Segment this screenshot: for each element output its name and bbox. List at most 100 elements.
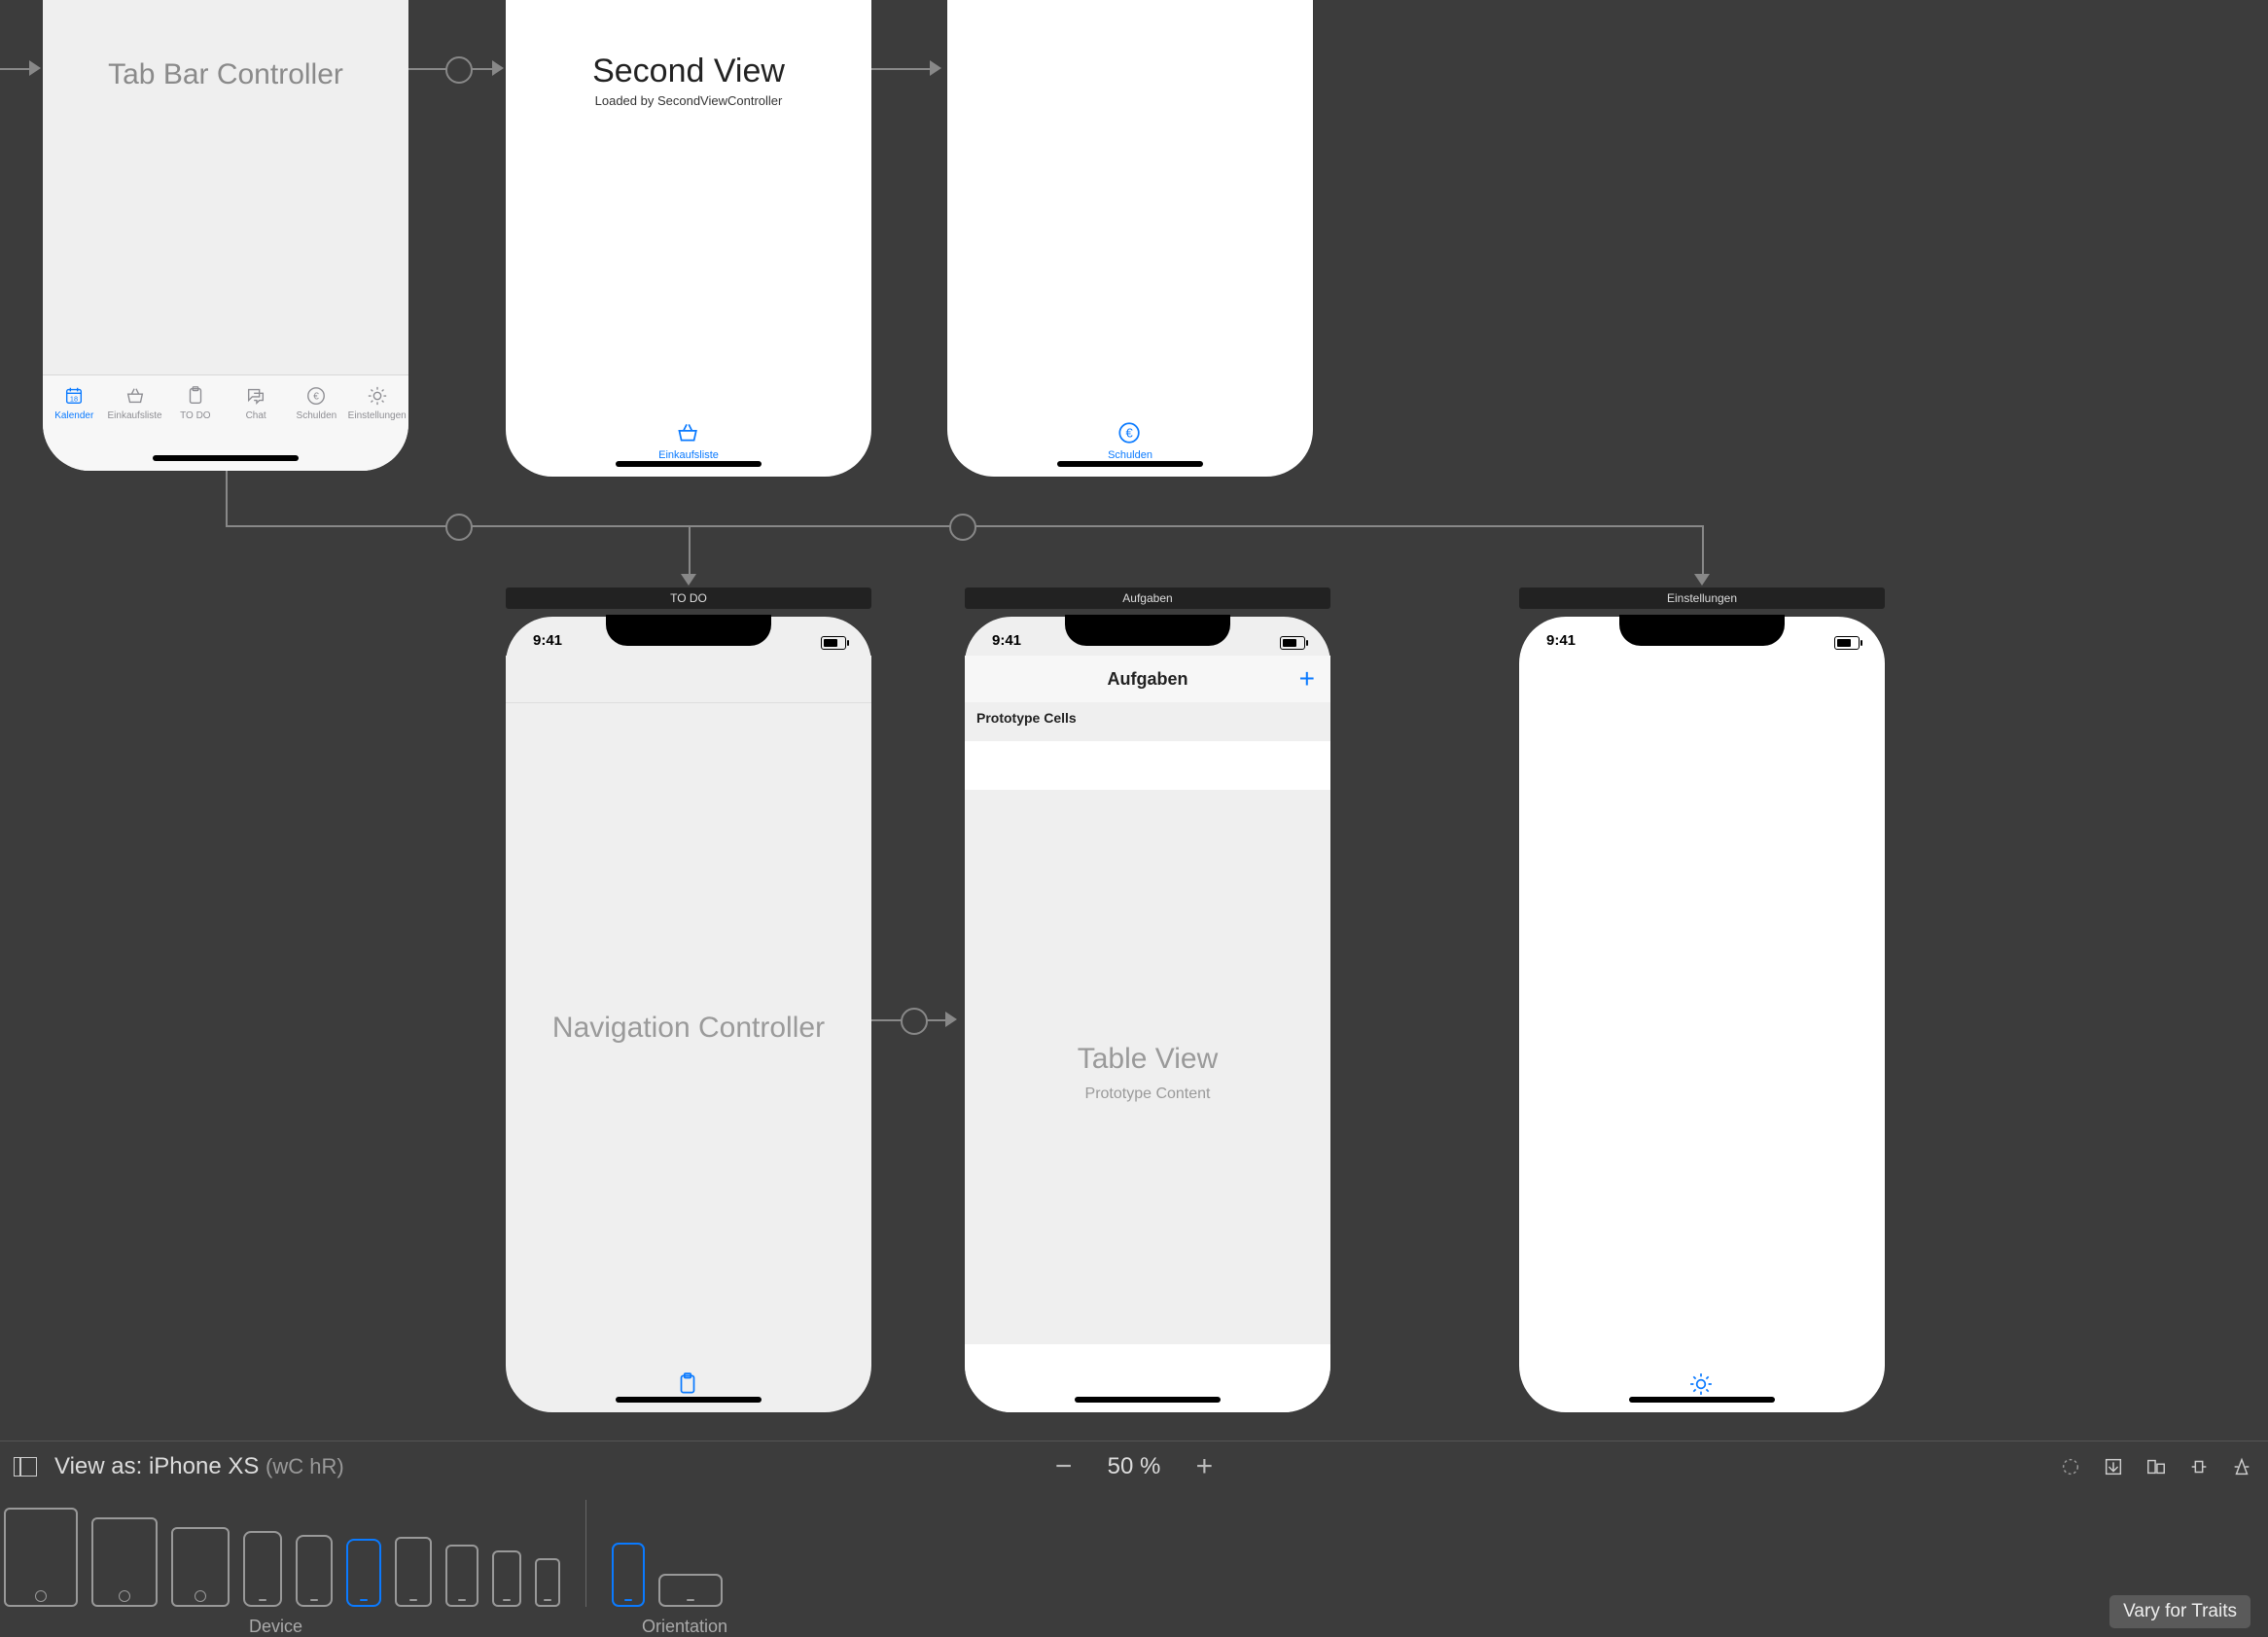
prototype-cells-header: Prototype Cells [965,702,1330,742]
table-view-body[interactable]: Table View Prototype Content [965,790,1330,1344]
arrow-head-icon [930,60,941,76]
status-time: 9:41 [992,632,1021,649]
tab-label: Schulden [1108,449,1152,461]
tab-label: Einstellungen [348,410,407,421]
resolve-issues-icon[interactable] [2229,1456,2254,1477]
euro-icon: € [301,383,331,409]
segue-arrow [871,68,932,70]
tab-item-einkaufsliste[interactable]: Einkaufsliste [658,420,719,461]
tab-label: Chat [246,410,266,421]
tab-item-einstellungen[interactable] [1686,1371,1718,1399]
tab-item-chat[interactable]: Chat [227,383,285,421]
orientation-picker [612,1543,723,1607]
chat-icon [241,383,270,409]
home-indicator [153,455,299,461]
pin-icon[interactable] [2186,1456,2212,1477]
scene-second-view[interactable]: Second View Loaded by SecondViewControll… [506,0,871,477]
zoom-level[interactable]: 50 % [1108,1453,1161,1480]
zoom-in-button[interactable]: + [1189,1452,1219,1481]
orientation-portrait[interactable] [612,1543,645,1607]
segue-arrow [871,1019,903,1021]
scene-einstellungen-view[interactable]: 9:41 [1519,617,1885,1412]
segue-circle-icon[interactable] [949,514,976,541]
svg-text:€: € [1125,425,1133,440]
nav-controller-title: Navigation Controller [506,1012,871,1045]
second-view-title: Second View [506,53,871,90]
device-iphone-4s[interactable] [535,1558,560,1607]
nav-title: Aufgaben [965,669,1330,690]
tab-item-einkaufsliste[interactable]: Einkaufsliste [106,383,164,421]
gear-icon [363,383,392,409]
panel-toggle-icon[interactable] [14,1457,37,1477]
tab-item-kalender[interactable]: 18Kalender [45,383,103,421]
tab-item-to do[interactable]: TO DO [166,383,225,421]
calendar-icon: 18 [59,383,89,409]
trait-bar: View as: iPhone XS (wC hR) − 50 % + [0,1441,2268,1636]
device-ipad-pro-11[interactable] [91,1517,158,1607]
align-icon[interactable] [2144,1456,2169,1477]
zoom-out-button[interactable]: − [1049,1452,1079,1481]
device-iphone-xs[interactable] [346,1539,381,1607]
battery-icon [821,636,846,650]
status-time: 9:41 [533,632,562,649]
device-ipad-pro-12[interactable] [4,1508,78,1607]
arrow-head-icon [945,1012,957,1027]
table-view-title: Table View [965,1043,1330,1076]
storyboard-canvas[interactable]: Tab Bar Controller 18KalenderEinkaufslis… [0,0,2268,1441]
segue-circle-icon[interactable] [445,514,473,541]
add-button[interactable]: + [1299,663,1315,694]
table-view-subtitle: Prototype Content [965,1085,1330,1103]
device-ipad[interactable] [171,1527,230,1607]
arrow-head-icon [681,574,696,586]
scene-label-todo[interactable]: TO DO [506,587,871,609]
basket-icon [121,383,150,409]
tab-label: Einkaufsliste [658,449,719,461]
device-iphone-8-plus[interactable] [395,1537,432,1607]
device-iphone-xs-max[interactable] [243,1531,282,1607]
scene-todo-nav-controller[interactable]: 9:41 Navigation Controller [506,617,871,1412]
segue-line [226,471,228,525]
device-iphone-xr[interactable] [296,1535,333,1607]
scene-tabbar-controller[interactable]: Tab Bar Controller 18KalenderEinkaufslis… [43,0,408,471]
orientation-landscape[interactable] [658,1574,723,1607]
tab-item-einstellungen[interactable]: Einstellungen [348,383,407,421]
divider [585,1500,586,1607]
device-iphone-8[interactable] [445,1545,478,1607]
euro-icon: € [1115,420,1146,447]
segue-arrow [0,68,31,70]
tab-item-schulden[interactable]: € Schulden [1108,420,1152,461]
device-picker [4,1500,723,1607]
scene-label-einstellungen[interactable]: Einstellungen [1519,587,1885,609]
segue-arrow [926,1019,947,1021]
gear-icon [1686,1371,1718,1399]
segue-circle-icon[interactable] [901,1008,928,1035]
segue-arrow [471,68,494,70]
scene-label-aufgaben[interactable]: Aufgaben [965,587,1330,609]
second-view-subtitle: Loaded by SecondViewController [506,93,871,108]
segue-circle-icon[interactable] [445,56,473,84]
clipboard-icon [181,383,210,409]
embed-in-icon[interactable] [2101,1456,2126,1477]
home-indicator [616,461,762,467]
view-as-prefix: View as: [54,1453,149,1479]
arrow-head-icon [29,60,41,76]
tab-item-schulden[interactable]: €Schulden [287,383,345,421]
tabbar-controller-title: Tab Bar Controller [43,58,408,91]
tab-label: TO DO [180,410,210,421]
home-indicator [1057,461,1203,467]
battery-icon [1834,636,1860,650]
scene-schulden-view[interactable]: € Schulden [947,0,1313,477]
tab-item-todo[interactable] [673,1371,704,1399]
status-bar: 9:41 [1519,628,1885,650]
view-as-label[interactable]: View as: iPhone XS (wC hR) [54,1453,344,1480]
orientation-label: Orientation [642,1617,727,1637]
scene-aufgaben-tableview[interactable]: 9:41 Aufgaben + Prototype Cells Table Vi… [965,617,1330,1412]
arrow-head-icon [1694,574,1710,586]
update-frames-icon[interactable] [2058,1456,2083,1477]
svg-text:€: € [314,392,320,403]
device-iphone-se[interactable] [492,1550,521,1607]
prototype-cell[interactable] [965,741,1330,791]
vary-for-traits-button[interactable]: Vary for Traits [2109,1595,2250,1628]
view-as-device: iPhone XS [149,1453,266,1479]
nav-bar: Aufgaben + [965,656,1330,703]
